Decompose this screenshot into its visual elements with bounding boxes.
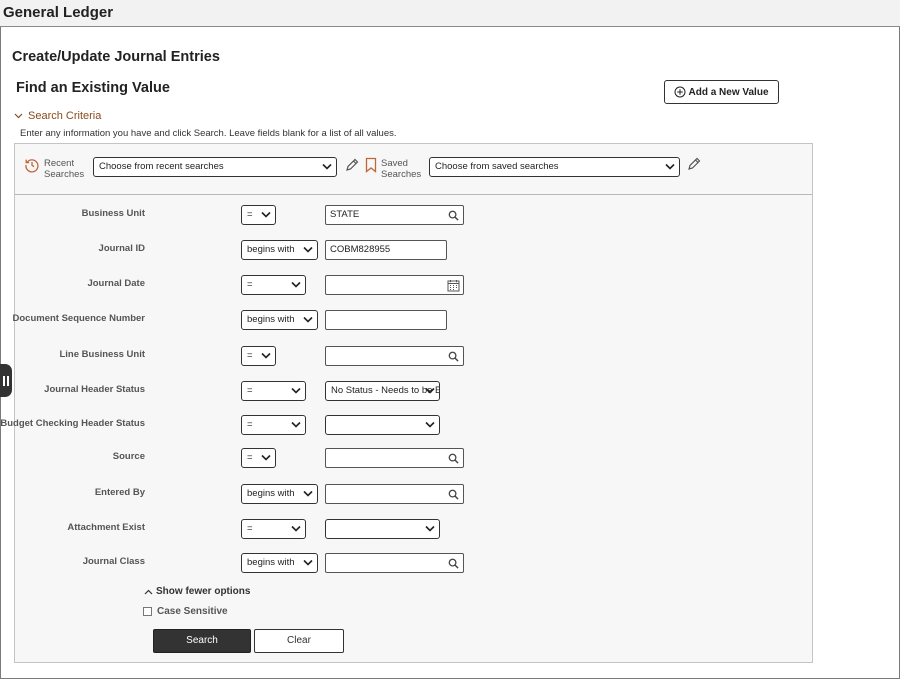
budget-checking-header-status-label: Budget Checking Header Status [0, 418, 145, 429]
budget-checking-header-status-select[interactable] [325, 415, 440, 435]
recent-saved-bar: Recent Searches Choose from recent searc… [15, 144, 812, 195]
recent-searches-label: Recent Searches [44, 158, 85, 180]
chevron-down-icon [303, 490, 313, 497]
line-business-unit-label: Line Business Unit [59, 349, 145, 360]
search-button[interactable]: Search [153, 629, 251, 653]
line-business-unit-operator[interactable]: = [241, 346, 276, 366]
app-title: General Ledger [3, 4, 114, 21]
chevron-down-icon [665, 163, 675, 170]
side-panel-handle[interactable] [0, 364, 12, 397]
handle-grip-icon [3, 375, 5, 386]
case-sensitive-label: Case Sensitive [157, 606, 228, 617]
journal-id-operator[interactable]: begins with [241, 240, 318, 260]
chevron-down-icon [322, 163, 332, 170]
calendar-icon[interactable] [447, 279, 460, 292]
chevron-down-icon [261, 352, 271, 359]
search-icon[interactable] [448, 351, 459, 362]
search-instructions: Enter any information you have and click… [20, 128, 397, 139]
line-business-unit-input[interactable] [325, 346, 464, 366]
journal-date-input[interactable] [325, 275, 464, 295]
search-icon[interactable] [448, 453, 459, 464]
chevron-down-icon [425, 387, 435, 394]
journal-header-status-label: Journal Header Status [44, 384, 145, 395]
journal-date-label: Journal Date [87, 278, 145, 289]
history-icon [25, 159, 39, 173]
journal-class-label: Journal Class [82, 556, 145, 567]
section-title: Find an Existing Value [16, 80, 170, 96]
page-title: Create/Update Journal Entries [12, 49, 220, 65]
search-criteria-toggle[interactable]: Search Criteria [14, 110, 101, 122]
chevron-down-icon [425, 421, 435, 428]
case-sensitive-option[interactable]: Case Sensitive [143, 606, 228, 617]
entered-by-label: Entered By [94, 487, 145, 498]
search-icon[interactable] [448, 210, 459, 221]
journal-header-status-operator[interactable]: = [241, 381, 306, 401]
show-fewer-options-toggle[interactable]: Show fewer options [144, 586, 250, 597]
source-input[interactable] [325, 448, 464, 468]
journal-id-input[interactable]: COBM828955 [325, 240, 447, 260]
document-sequence-number-input[interactable] [325, 310, 447, 330]
edit-recent-icon[interactable] [344, 157, 360, 173]
chevron-down-icon [291, 281, 301, 288]
recent-searches-select[interactable]: Choose from recent searches [93, 157, 337, 177]
document-sequence-number-operator[interactable]: begins with [241, 310, 318, 330]
document-sequence-number-label: Document Sequence Number [12, 313, 146, 324]
attachment-exist-operator[interactable]: = [241, 519, 306, 539]
business-unit-input[interactable]: STATE [325, 205, 464, 225]
show-fewer-options-label: Show fewer options [156, 586, 251, 597]
edit-saved-icon[interactable] [686, 156, 702, 172]
attachment-exist-label: Attachment Exist [67, 522, 145, 533]
journal-id-label: Journal ID [98, 243, 145, 254]
search-icon[interactable] [448, 558, 459, 569]
app-header: General Ledger [0, 0, 900, 27]
source-label: Source [112, 451, 145, 462]
plus-circle-icon [674, 86, 686, 98]
chevron-down-icon [425, 525, 435, 532]
business-unit-operator[interactable]: = [241, 205, 276, 225]
chevron-down-icon [261, 454, 271, 461]
chevron-down-icon [303, 246, 313, 253]
chevron-down-icon [14, 113, 23, 119]
chevron-down-icon [261, 211, 271, 218]
journal-class-input[interactable] [325, 553, 464, 573]
chevron-down-icon [291, 421, 301, 428]
saved-searches-select[interactable]: Choose from saved searches [429, 157, 680, 177]
chevron-down-icon [291, 387, 301, 394]
chevron-up-icon [144, 589, 153, 594]
clear-button[interactable]: Clear [254, 629, 344, 653]
journal-date-operator[interactable]: = [241, 275, 306, 295]
search-panel: Recent Searches Choose from recent searc… [0, 143, 813, 663]
bookmark-icon [365, 157, 377, 173]
journal-class-operator[interactable]: begins with [241, 553, 318, 573]
budget-checking-header-status-operator[interactable]: = [241, 415, 306, 435]
chevron-down-icon [291, 525, 301, 532]
journal-header-status-select[interactable]: No Status - Needs to be Edited [325, 381, 440, 401]
saved-searches-label: Saved Searches [381, 158, 422, 180]
chevron-down-icon [303, 559, 313, 566]
add-new-value-label: Add a New Value [688, 86, 769, 98]
source-operator[interactable]: = [241, 448, 276, 468]
case-sensitive-checkbox[interactable] [143, 607, 152, 616]
entered-by-input[interactable] [325, 484, 464, 504]
search-icon[interactable] [448, 489, 459, 500]
business-unit-label: Business Unit [81, 208, 145, 219]
search-criteria-label: Search Criteria [28, 110, 102, 122]
attachment-exist-select[interactable] [325, 519, 440, 539]
add-new-value-button[interactable]: Add a New Value [664, 80, 779, 104]
chevron-down-icon [303, 316, 313, 323]
entered-by-operator[interactable]: begins with [241, 484, 318, 504]
